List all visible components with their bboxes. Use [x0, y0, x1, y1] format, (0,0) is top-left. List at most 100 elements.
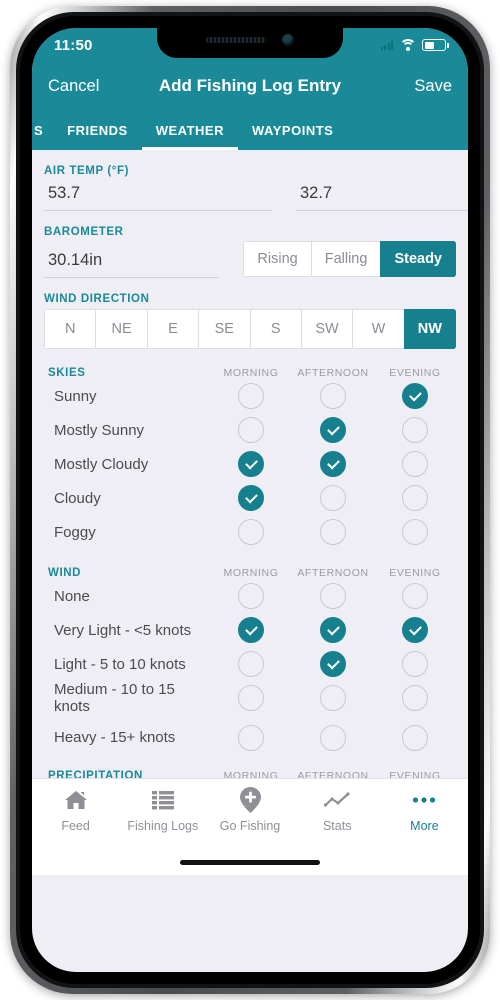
wind-direction-selector: N NE E SE S SW W NW [44, 309, 456, 349]
checkbox-checked[interactable] [320, 617, 346, 643]
skies-sunny-afternoon-cell[interactable] [292, 383, 374, 409]
skies-cloudy-morning-cell[interactable] [210, 485, 292, 511]
skies-mostly-cloudy-morning-cell[interactable] [210, 451, 292, 477]
save-button[interactable]: Save [414, 77, 452, 96]
barometer-label: BAROMETER [44, 226, 124, 238]
checkbox[interactable] [402, 417, 428, 443]
checkbox-checked[interactable] [238, 617, 264, 643]
checkbox[interactable] [402, 685, 428, 711]
wind-matrix: WIND MORNING AFTERNOON EVENING None Very… [44, 567, 456, 760]
skies-row-label: Mostly Cloudy [54, 455, 149, 473]
column-header-afternoon: AFTERNOON [297, 567, 369, 579]
checkbox[interactable] [402, 451, 428, 477]
skies-foggy-morning-cell[interactable] [210, 519, 292, 545]
tab-more[interactable]: More [381, 788, 468, 833]
checkbox[interactable] [320, 485, 346, 511]
checkbox[interactable] [320, 685, 346, 711]
checkbox-checked[interactable] [320, 451, 346, 477]
air-temp-low-input[interactable] [296, 180, 468, 211]
tab-stats[interactable]: Stats [294, 788, 381, 833]
air-temp-high-input[interactable] [44, 180, 272, 211]
tab-friends[interactable]: FRIENDS [53, 110, 142, 150]
checkbox[interactable] [402, 583, 428, 609]
checkbox[interactable] [320, 583, 346, 609]
checkbox[interactable] [402, 519, 428, 545]
tab-more-label: More [410, 819, 439, 833]
wind-none-afternoon-cell[interactable] [292, 583, 374, 609]
checkbox-checked[interactable] [402, 383, 428, 409]
wind-very-light-evening-cell[interactable] [374, 617, 456, 643]
checkbox-checked[interactable] [238, 485, 264, 511]
skies-cloudy-afternoon-cell[interactable] [292, 485, 374, 511]
checkbox[interactable] [238, 383, 264, 409]
home-icon [64, 788, 88, 812]
skies-foggy-afternoon-cell[interactable] [292, 519, 374, 545]
table-row: Very Light - <5 knots [44, 613, 456, 647]
barometer-trend-falling[interactable]: Falling [310, 241, 381, 277]
checkbox[interactable] [320, 383, 346, 409]
skies-sunny-evening-cell[interactable] [374, 383, 456, 409]
wind-dir-n[interactable]: N [44, 309, 96, 349]
barometer-trend-rising[interactable]: Rising [243, 241, 311, 277]
tab-weather[interactable]: WEATHER [141, 110, 239, 150]
table-row: None [44, 579, 456, 613]
wind-dir-s[interactable]: S [249, 309, 301, 349]
checkbox[interactable] [238, 583, 264, 609]
checkbox[interactable] [320, 724, 346, 751]
barometer-trend-segmented-control: Rising Falling Steady [243, 241, 456, 277]
wind-light-afternoon-cell[interactable] [292, 651, 374, 677]
barometer-trend-steady[interactable]: Steady [380, 241, 456, 277]
checkbox-checked[interactable] [320, 417, 346, 443]
tab-go-fishing-label: Go Fishing [219, 819, 281, 833]
wind-medium-evening-cell[interactable] [374, 685, 456, 711]
wind-dir-ne[interactable]: NE [95, 309, 147, 349]
tab-waypoints[interactable]: WAYPOINTS [238, 110, 347, 150]
skies-foggy-evening-cell[interactable] [374, 519, 456, 545]
tab-fishing-logs[interactable]: Fishing Logs [119, 788, 206, 833]
wind-medium-afternoon-cell[interactable] [292, 685, 374, 711]
checkbox[interactable] [238, 724, 264, 751]
wind-dir-se[interactable]: SE [198, 309, 250, 349]
skies-mostly-sunny-afternoon-cell[interactable] [292, 417, 374, 443]
wind-none-morning-cell[interactable] [210, 583, 292, 609]
wind-heavy-evening-cell[interactable] [374, 724, 456, 751]
checkbox[interactable] [238, 685, 264, 711]
tab-partial[interactable]: S [34, 110, 53, 150]
checkbox[interactable] [320, 519, 346, 545]
wind-none-evening-cell[interactable] [374, 583, 456, 609]
barometer-input[interactable] [44, 247, 219, 278]
checkbox-checked[interactable] [402, 617, 428, 643]
wind-dir-e[interactable]: E [146, 309, 199, 349]
wind-very-light-afternoon-cell[interactable] [292, 617, 374, 643]
checkbox[interactable] [402, 724, 428, 751]
wind-light-evening-cell[interactable] [374, 651, 456, 677]
checkbox[interactable] [402, 651, 428, 677]
skies-mostly-cloudy-evening-cell[interactable] [374, 451, 456, 477]
skies-mostly-sunny-evening-cell[interactable] [374, 417, 456, 443]
skies-cloudy-evening-cell[interactable] [374, 485, 456, 511]
skies-mostly-sunny-morning-cell[interactable] [210, 417, 292, 443]
wind-heavy-afternoon-cell[interactable] [292, 724, 374, 751]
wind-medium-morning-cell[interactable] [210, 685, 292, 711]
wind-dir-nw[interactable]: NW [403, 309, 456, 349]
wind-title: WIND [48, 567, 82, 579]
cancel-button[interactable]: Cancel [48, 77, 99, 96]
skies-mostly-cloudy-afternoon-cell[interactable] [292, 451, 374, 477]
checkbox-checked[interactable] [238, 451, 264, 477]
checkbox[interactable] [402, 485, 428, 511]
wind-row-label: None [54, 587, 90, 605]
wind-dir-w[interactable]: W [352, 309, 404, 349]
wind-light-morning-cell[interactable] [210, 651, 292, 677]
tab-go-fishing[interactable]: Go Fishing [206, 787, 293, 833]
checkbox[interactable] [238, 519, 264, 545]
checkbox[interactable] [238, 651, 264, 677]
wind-dir-sw[interactable]: SW [300, 309, 353, 349]
table-row: Mostly Cloudy [44, 447, 456, 481]
tab-feed[interactable]: Feed [32, 788, 119, 833]
wind-very-light-morning-cell[interactable] [210, 617, 292, 643]
checkbox-checked[interactable] [320, 651, 346, 677]
wind-heavy-morning-cell[interactable] [210, 724, 292, 751]
skies-sunny-morning-cell[interactable] [210, 383, 292, 409]
checkbox[interactable] [238, 417, 264, 443]
status-bar-time: 11:50 [54, 36, 93, 54]
